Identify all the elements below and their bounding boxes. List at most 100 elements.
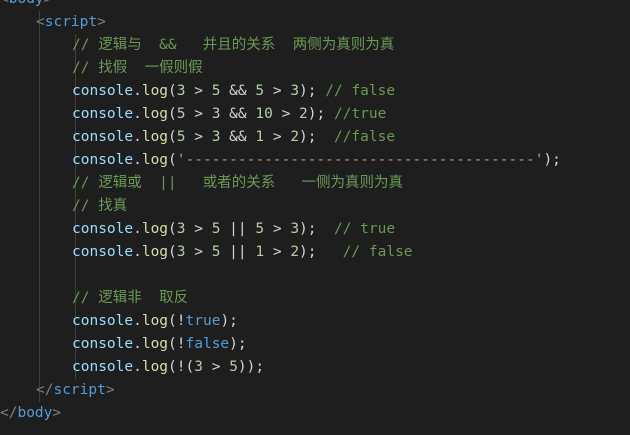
code-token-func: log xyxy=(141,129,169,145)
code-token-punct: ( xyxy=(168,313,177,329)
code-token-op: !( xyxy=(176,359,195,375)
code-line[interactable]: // 找假 一假则假 xyxy=(72,57,203,80)
code-token-op: > xyxy=(185,221,212,237)
code-token-punct: . xyxy=(133,359,142,375)
code-token-func: log xyxy=(141,152,169,168)
code-line[interactable]: console.log(!false); xyxy=(72,333,247,356)
code-token-comment: // 找假 一假则假 xyxy=(72,60,203,76)
code-token-func: log xyxy=(141,313,169,329)
code-token-number: 1 xyxy=(255,129,265,145)
code-token-op: && xyxy=(220,106,256,122)
code-line[interactable]: console.log(3 > 5 || 5 > 3); // true xyxy=(72,218,395,241)
code-token-punct: ( xyxy=(168,221,177,237)
code-token-bracket: > xyxy=(105,382,115,398)
code-token-op: > xyxy=(185,129,212,145)
code-line[interactable]: console.log(!(3 > 5)); xyxy=(72,356,264,379)
indent-guide xyxy=(39,11,40,402)
code-token-bracket: > xyxy=(52,405,62,421)
code-line[interactable]: <body> xyxy=(0,0,52,11)
code-line[interactable]: console.log(!true); xyxy=(72,310,238,333)
code-token-number: 5 xyxy=(176,129,186,145)
code-line[interactable]: console.log(5 > 3 && 10 > 2); //true xyxy=(72,103,386,126)
code-token-bool: true xyxy=(185,313,221,329)
code-token-comment: //false xyxy=(333,129,396,145)
code-token-op: > xyxy=(185,106,212,122)
code-token-number: 5 xyxy=(255,221,265,237)
code-line[interactable]: // 找真 xyxy=(72,195,127,218)
code-token-punct: . xyxy=(133,244,142,260)
code-token-comment: // 逻辑非 取反 xyxy=(72,290,189,306)
code-token-ident: console xyxy=(72,244,134,260)
code-token-bracket: > xyxy=(44,0,53,7)
code-line[interactable]: console.log(5 > 3 && 1 > 2); //false xyxy=(72,126,395,149)
code-token-tag: script xyxy=(53,382,106,398)
code-token-op: && xyxy=(220,129,256,145)
code-token-number: 3 xyxy=(194,359,203,375)
code-token-punct: ( xyxy=(168,129,177,145)
code-token-punct: . xyxy=(133,336,142,352)
code-token-string: '---------------------------------------… xyxy=(176,152,544,168)
code-token-punct: ); xyxy=(299,244,343,260)
code-token-punct: . xyxy=(133,129,142,145)
code-token-ident: console xyxy=(72,221,134,237)
code-token-op: > xyxy=(264,244,291,260)
code-token-bracket: < xyxy=(36,14,45,30)
code-token-punct: ( xyxy=(168,152,177,168)
code-token-func: log xyxy=(141,221,169,237)
code-token-op: ! xyxy=(176,336,186,352)
code-token-punct: ); xyxy=(299,83,326,99)
code-token-tag: script xyxy=(44,14,98,30)
code-token-comment: // false xyxy=(342,244,413,260)
code-token-ident: console xyxy=(72,129,134,145)
code-line[interactable]: <script> xyxy=(36,11,106,34)
code-token-tag: body xyxy=(17,405,53,421)
code-token-number: 3 xyxy=(176,244,186,260)
code-token-number: 3 xyxy=(176,221,186,237)
code-token-ident: console xyxy=(72,83,134,99)
code-token-number: 3 xyxy=(290,221,300,237)
code-line[interactable]: </script> xyxy=(36,379,115,402)
code-token-op: > xyxy=(264,129,291,145)
code-token-number: 1 xyxy=(255,244,265,260)
code-token-func: log xyxy=(141,244,169,260)
code-line[interactable]: </body> xyxy=(0,402,61,425)
code-token-number: 5 xyxy=(176,106,186,122)
code-token-punct: ); xyxy=(307,106,334,122)
code-token-ident: console xyxy=(72,313,134,329)
code-line[interactable]: console.log(3 > 5 || 1 > 2); // false xyxy=(72,241,413,264)
code-token-ident: console xyxy=(72,106,134,122)
code-token-punct: . xyxy=(133,83,142,99)
code-token-number: 5 xyxy=(255,83,265,99)
code-token-number: 10 xyxy=(255,106,273,122)
code-token-number: 2 xyxy=(299,106,308,122)
code-token-comment: // 逻辑与 && 并且的关系 两侧为真则为真 xyxy=(72,37,395,53)
code-line[interactable]: // 逻辑非 取反 xyxy=(72,287,188,310)
code-token-op: > xyxy=(264,221,291,237)
code-token-comment: // 找真 xyxy=(72,198,128,214)
code-token-op: > xyxy=(202,359,230,375)
code-editor[interactable]: <body><script>// 逻辑与 && 并且的关系 两侧为真则为真// … xyxy=(0,0,630,435)
code-token-bracket: </ xyxy=(0,405,18,421)
code-token-bool: false xyxy=(185,336,230,352)
code-token-number: 3 xyxy=(290,83,300,99)
code-token-op: ! xyxy=(176,313,186,329)
code-token-func: log xyxy=(141,359,169,375)
code-token-punct: ( xyxy=(168,359,177,375)
code-token-punct: ( xyxy=(168,83,177,99)
code-token-punct: ); xyxy=(543,152,561,168)
code-token-number: 3 xyxy=(176,83,186,99)
code-token-punct: ); xyxy=(229,336,247,352)
code-token-punct: )); xyxy=(237,359,265,375)
code-token-punct: ); xyxy=(220,313,238,329)
code-token-punct: ( xyxy=(168,244,177,260)
code-line[interactable]: console.log('---------------------------… xyxy=(72,149,561,172)
code-token-ident: console xyxy=(72,359,134,375)
code-line[interactable]: console.log(3 > 5 && 5 > 3); // false xyxy=(72,80,395,103)
code-token-punct: ( xyxy=(168,336,177,352)
code-token-op: || xyxy=(220,221,256,237)
code-line[interactable]: // 逻辑与 && 并且的关系 两侧为真则为真 xyxy=(72,34,394,57)
code-token-bracket: </ xyxy=(36,382,54,398)
code-token-ident: console xyxy=(72,152,134,168)
code-line[interactable]: // 逻辑或 || 或者的关系 一侧为真则为真 xyxy=(72,172,403,195)
code-token-punct: . xyxy=(133,313,142,329)
